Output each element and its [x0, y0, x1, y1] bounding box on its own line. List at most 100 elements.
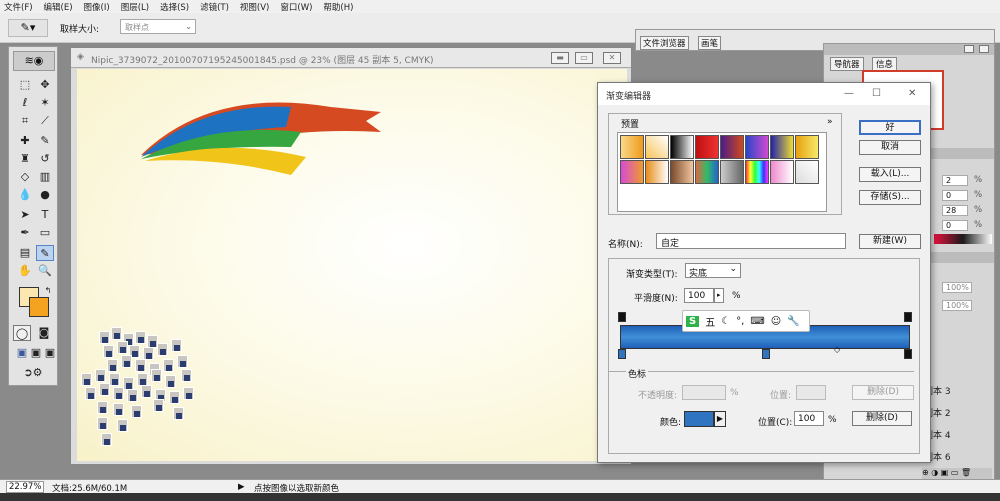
- color-stop-left[interactable]: [618, 349, 626, 359]
- menu-file[interactable]: 文件(F): [4, 1, 33, 13]
- palette-close-icon[interactable]: [979, 45, 989, 53]
- pen-icon[interactable]: ✒: [16, 225, 34, 241]
- gradient-type-select[interactable]: 实底 ⌄: [685, 263, 741, 279]
- preset-swatch[interactable]: [745, 160, 769, 184]
- menu-select[interactable]: 选择(S): [160, 1, 189, 13]
- menu-view[interactable]: 视图(V): [240, 1, 269, 13]
- preset-swatch[interactable]: [670, 135, 694, 159]
- background-color-swatch[interactable]: [29, 297, 49, 317]
- zoom-icon[interactable]: 🔍: [36, 263, 54, 279]
- dialog-minimize-icon[interactable]: —: [844, 88, 854, 99]
- tab-navigator[interactable]: 导航器: [830, 57, 864, 71]
- magic-wand-icon[interactable]: ✶: [36, 95, 54, 111]
- midpoint-diamond-icon[interactable]: ◇: [834, 345, 840, 354]
- dialog-maximize-icon[interactable]: ☐: [872, 88, 881, 99]
- healing-brush-icon[interactable]: ✚: [16, 133, 34, 149]
- preset-swatch[interactable]: [695, 160, 719, 184]
- notes-icon[interactable]: ▤: [16, 245, 34, 261]
- sample-size-select[interactable]: 取样点 ⌄: [120, 19, 196, 34]
- color-value-3[interactable]: 28: [942, 205, 968, 216]
- eraser-icon[interactable]: ◇: [16, 169, 34, 185]
- jump-to-imageready-icon[interactable]: ➲⚙: [13, 365, 53, 381]
- smoothness-input[interactable]: 100: [684, 288, 714, 303]
- ok-button[interactable]: 好: [859, 120, 921, 135]
- color-ramp[interactable]: [934, 234, 992, 244]
- preset-swatch[interactable]: [720, 135, 744, 159]
- opacity-stop-left[interactable]: [618, 312, 626, 322]
- preset-swatch[interactable]: [770, 160, 794, 184]
- fill-field[interactable]: 100%: [942, 300, 972, 311]
- adobe-logo-icon[interactable]: ≋◉: [13, 51, 55, 71]
- ime-toolbar[interactable]: S 五 ☾ °, ⌨ ☺ 🔧: [682, 310, 810, 332]
- preset-swatch[interactable]: [620, 160, 644, 184]
- delete-button[interactable]: 删除(D): [852, 411, 912, 426]
- cancel-button[interactable]: 取消: [859, 140, 921, 155]
- menu-help[interactable]: 帮助(H): [323, 1, 353, 13]
- smoothness-arrow-icon[interactable]: ▸: [714, 288, 724, 303]
- preset-swatch[interactable]: [645, 135, 669, 159]
- preset-swatch[interactable]: [670, 160, 694, 184]
- lasso-icon[interactable]: ℓ: [16, 95, 34, 111]
- slice-icon[interactable]: ⟋: [36, 113, 54, 129]
- swap-colors-icon[interactable]: ↰: [39, 283, 57, 299]
- palette-minimize-icon[interactable]: [964, 45, 974, 53]
- eyedropper-icon[interactable]: ✎▾: [8, 19, 48, 37]
- hand-icon[interactable]: ✋: [16, 263, 34, 279]
- opacity-field[interactable]: 100%: [942, 282, 972, 293]
- history-brush-icon[interactable]: ↺: [36, 151, 54, 167]
- clone-stamp-icon[interactable]: ♜: [16, 151, 34, 167]
- preset-swatch[interactable]: [695, 135, 719, 159]
- tab-info[interactable]: 信息: [872, 57, 898, 71]
- menu-filter[interactable]: 滤镜(T): [200, 1, 229, 13]
- canvas[interactable]: [77, 69, 627, 461]
- save-button[interactable]: 存储(S)...: [859, 190, 921, 205]
- brush-icon[interactable]: ✎: [36, 133, 54, 149]
- location-input[interactable]: 100: [794, 411, 824, 426]
- shape-icon[interactable]: ▭: [36, 225, 54, 241]
- preset-swatch[interactable]: [745, 135, 769, 159]
- color-value-2[interactable]: 0: [942, 190, 968, 201]
- eyedropper-tool-icon[interactable]: ✎: [36, 245, 54, 261]
- menu-image[interactable]: 图像(I): [84, 1, 110, 13]
- stop-color-swatch[interactable]: [684, 411, 714, 427]
- preset-swatch[interactable]: [795, 135, 819, 159]
- preset-swatch[interactable]: [645, 160, 669, 184]
- path-selection-icon[interactable]: ➤: [16, 207, 34, 223]
- quick-mask-icon[interactable]: ◙: [35, 325, 53, 341]
- preset-swatch[interactable]: [620, 135, 644, 159]
- maximize-icon[interactable]: ▭: [575, 52, 593, 64]
- gradient-icon[interactable]: ▥: [36, 169, 54, 185]
- tab-file-browser[interactable]: 文件浏览器: [640, 36, 689, 50]
- preset-swatch[interactable]: [770, 135, 794, 159]
- opacity-stop-right[interactable]: [904, 312, 912, 322]
- load-button[interactable]: 载入(L)...: [859, 167, 921, 182]
- photo-thumbnail: [135, 331, 146, 344]
- marquee-icon[interactable]: ⬚: [16, 77, 34, 93]
- presets-menu-icon[interactable]: »: [827, 117, 833, 127]
- zoom-level[interactable]: 22.97%: [6, 481, 45, 493]
- color-stop-right[interactable]: [904, 349, 912, 359]
- close-icon[interactable]: ✕: [603, 52, 621, 64]
- move-icon[interactable]: ✥: [36, 77, 54, 93]
- menu-edit[interactable]: 编辑(E): [44, 1, 73, 13]
- menu-window[interactable]: 窗口(W): [280, 1, 312, 13]
- menu-layer[interactable]: 图层(L): [121, 1, 149, 13]
- dialog-close-icon[interactable]: ✕: [908, 88, 916, 99]
- standard-mode-icon[interactable]: ◯: [13, 325, 31, 341]
- type-icon[interactable]: T: [36, 207, 54, 223]
- crop-icon[interactable]: ⌗: [16, 113, 34, 129]
- dodge-icon[interactable]: ●: [36, 187, 54, 203]
- screen-mode-full-icon[interactable]: ▣: [41, 345, 59, 361]
- color-menu-arrow-icon[interactable]: ▶: [714, 411, 726, 427]
- status-arrow-icon[interactable]: ▶: [238, 482, 245, 492]
- color-value-1[interactable]: 2: [942, 175, 968, 186]
- color-stop-middle[interactable]: [762, 349, 770, 359]
- preset-swatch[interactable]: [720, 160, 744, 184]
- new-button[interactable]: 新建(W): [859, 234, 921, 249]
- minimize-icon[interactable]: ▬: [551, 52, 569, 64]
- name-input[interactable]: 自定: [656, 233, 846, 249]
- tab-brushes[interactable]: 画笔: [698, 36, 722, 50]
- blur-icon[interactable]: 💧: [16, 187, 34, 203]
- color-value-4[interactable]: 0: [942, 220, 968, 231]
- preset-swatch[interactable]: [795, 160, 819, 184]
